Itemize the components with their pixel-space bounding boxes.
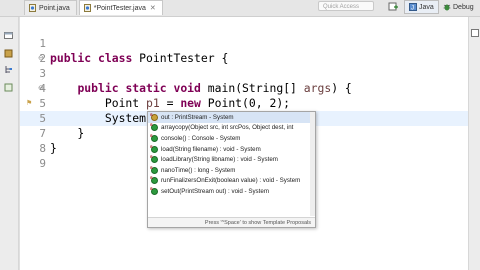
proposal-item[interactable]: S arraycopy(Object src, int srcPos, Obje… xyxy=(148,122,315,134)
proposal-label: arraycopy(Object src, int srcPos, Object… xyxy=(161,124,294,132)
restore-icon[interactable] xyxy=(4,31,13,40)
proposal-item[interactable]: S nanoTime() : long - System xyxy=(148,165,315,176)
code-line: 5 ⚑ Point p1 = new Point(0, 2); xyxy=(20,96,468,111)
quick-access-input[interactable]: Quick Access xyxy=(318,1,374,11)
code-text: Point p1 = new Point(0, 2); xyxy=(50,96,291,110)
tab-label: Point.java xyxy=(39,4,70,12)
tab-label: *PointTester.java xyxy=(93,4,146,12)
java-perspective-button[interactable]: J Java xyxy=(404,0,439,14)
code-text: public static void main(String[] args) { xyxy=(77,81,352,95)
code-text: } xyxy=(50,126,85,140)
open-perspective-icon xyxy=(388,2,398,11)
bug-icon xyxy=(443,4,451,11)
proposal-item[interactable]: S load(String filename) : void - System xyxy=(148,144,315,155)
line-number: 7 xyxy=(39,127,46,140)
proposal-label: load(String filename) : void - System xyxy=(161,145,261,153)
proposal-item[interactable]: S setOut(PrintStream out) : void - Syste… xyxy=(148,186,315,197)
tab-point-java[interactable]: Point.java xyxy=(24,0,77,15)
proposal-label: setOut(PrintStream out) : void - System xyxy=(161,187,269,195)
code-text: } xyxy=(50,141,57,155)
proposal-label: console() : Console - System xyxy=(161,134,241,142)
content-assist-popup: S out : PrintStream - System S arraycopy… xyxy=(147,111,316,228)
java-file-icon xyxy=(29,4,36,12)
fold-toggle-icon[interactable]: ⊖ xyxy=(38,51,44,66)
static-method-icon: S xyxy=(150,144,158,153)
proposal-item[interactable]: S loadLibrary(String libname) : void - S… xyxy=(148,154,315,165)
line-number: 8 xyxy=(39,142,46,155)
svg-text:J: J xyxy=(411,6,414,12)
tab-pointtester-java[interactable]: *PointTester.java ✕ xyxy=(78,0,163,15)
proposal-label: runFinalizersOnExit(boolean value) : voi… xyxy=(161,177,301,185)
package-explorer-icon[interactable] xyxy=(4,49,13,58)
java-perspective-label: Java xyxy=(419,3,434,11)
editor-tab-bar: Point.java *PointTester.java ✕ Quick Acc… xyxy=(0,0,480,17)
static-method-icon: S xyxy=(150,133,158,142)
outline-icon[interactable] xyxy=(4,83,13,92)
proposal-item[interactable]: S out : PrintStream - System xyxy=(148,112,315,123)
right-trim-bar xyxy=(468,17,480,270)
editor-tabs: Point.java *PointTester.java ✕ xyxy=(24,0,165,16)
line-number: 3 xyxy=(39,67,46,80)
proposal-item[interactable]: S console() : Console - System xyxy=(148,133,315,144)
static-method-icon: S xyxy=(150,165,158,174)
proposal-label: nanoTime() : long - System xyxy=(161,166,236,174)
static-method-icon: S xyxy=(150,175,158,185)
static-method-icon: S xyxy=(150,154,158,164)
proposal-footer: Press '^Space' to show Template Proposal… xyxy=(148,217,315,227)
proposal-item[interactable]: S runFinalizersOnExit(boolean value) : v… xyxy=(148,175,315,187)
hierarchy-icon[interactable] xyxy=(4,65,13,74)
close-icon[interactable]: ✕ xyxy=(150,4,156,12)
code-line: 4 ⊖ public static void main(String[] arg… xyxy=(20,81,468,96)
left-trim-bar xyxy=(0,17,19,270)
code-line: 2 ⊖ public class PointTester { xyxy=(20,51,468,66)
line-number: 5 xyxy=(39,112,46,125)
code-text: public class PointTester { xyxy=(50,51,229,65)
open-perspective-button[interactable] xyxy=(388,0,398,14)
proposal-scrollbar[interactable] xyxy=(310,112,315,216)
line-number: 5 xyxy=(39,97,46,110)
line-number: 1 xyxy=(39,37,46,50)
line-number: 9 xyxy=(39,157,46,170)
code-line: 3 xyxy=(20,66,468,81)
debug-perspective-label: Debug xyxy=(453,3,474,11)
proposal-label: out : PrintStream - System xyxy=(161,113,234,121)
java-file-icon xyxy=(83,4,91,12)
static-field-icon: S xyxy=(150,112,158,121)
quick-access-placeholder: Quick Access xyxy=(323,4,360,10)
java-perspective-icon: J xyxy=(409,3,417,11)
static-method-icon: S xyxy=(150,186,158,195)
debug-perspective-button[interactable]: Debug xyxy=(440,0,477,14)
code-line: 1 xyxy=(20,36,468,51)
warning-marker-icon[interactable]: ⚑ xyxy=(26,96,32,111)
fold-toggle-icon[interactable]: ⊖ xyxy=(38,81,44,96)
maximize-icon[interactable] xyxy=(471,29,479,37)
static-method-icon: S xyxy=(150,122,158,132)
proposal-label: loadLibrary(String libname) : void - Sys… xyxy=(161,156,278,164)
